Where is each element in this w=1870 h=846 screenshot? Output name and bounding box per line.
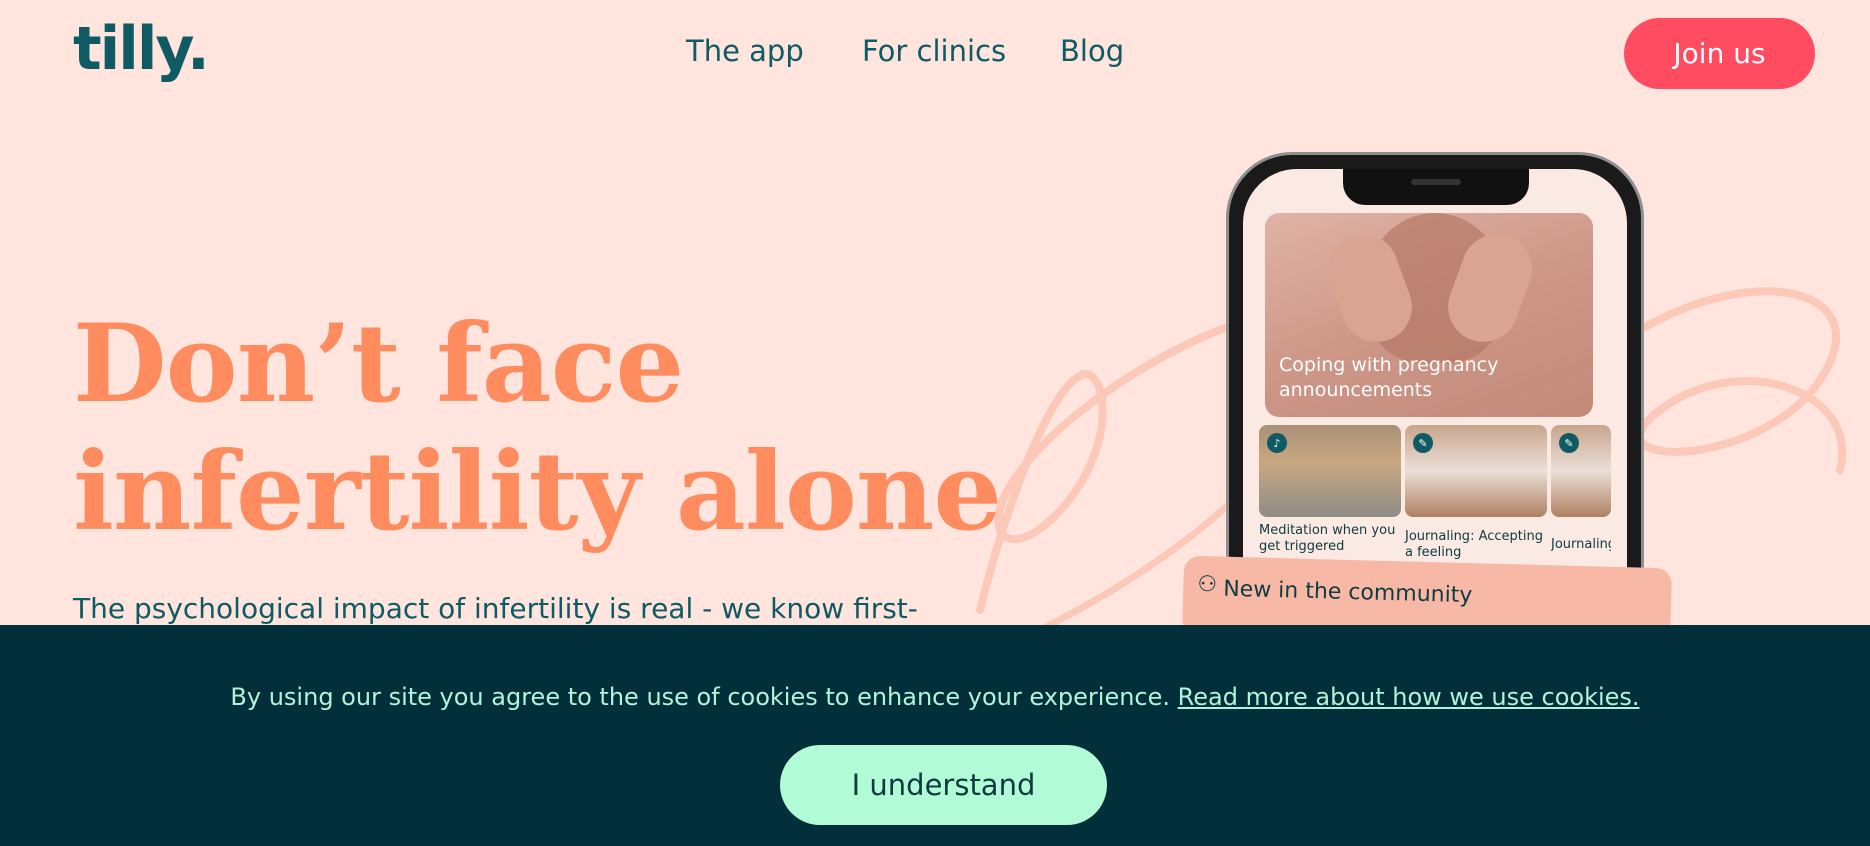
hero-title-line2: infertility alone	[73, 429, 1002, 555]
meditation-thumbnail: ♪	[1259, 425, 1401, 517]
content-carousel: ♪ ✎ ✎ Meditation when you get triggered …	[1259, 425, 1619, 575]
site-header: tilly. The app For clinics Blog Join us	[0, 0, 1870, 110]
main-nav: The app For clinics Blog	[686, 34, 1140, 68]
phone-screen: Coping with pregnancy announcements ♪ ✎ …	[1243, 169, 1627, 609]
hero-title: Don’t face infertility alone	[73, 300, 1002, 556]
cookie-message: By using our site you agree to the use o…	[0, 683, 1870, 711]
item-label: Journaling: worries w	[1551, 537, 1611, 552]
hero-title-line1: Don’t face	[73, 301, 684, 427]
journaling-thumbnail: ✎	[1551, 425, 1611, 517]
item-label: Meditation when you get triggered	[1259, 523, 1396, 554]
pencil-icon: ✎	[1559, 433, 1579, 453]
cookie-text: By using our site you agree to the use o…	[230, 683, 1178, 711]
hero-subtitle: The psychological impact of infertility …	[73, 592, 918, 625]
pencil-icon: ✎	[1413, 433, 1433, 453]
people-icon: ⚇	[1197, 571, 1218, 598]
cookie-banner: By using our site you agree to the use o…	[0, 625, 1870, 846]
join-us-button[interactable]: Join us	[1624, 18, 1815, 89]
nav-for-clinics[interactable]: For clinics	[862, 34, 1060, 68]
headphones-icon: ♪	[1267, 433, 1287, 453]
item-label: Journaling: Accepting a feeling	[1405, 529, 1543, 560]
phone-notch	[1343, 169, 1529, 205]
community-label: New in the community	[1222, 576, 1473, 609]
cookie-policy-link[interactable]: Read more about how we use cookies.	[1178, 683, 1640, 711]
featured-card: Coping with pregnancy announcements	[1265, 213, 1593, 417]
journaling-thumbnail: ✎	[1405, 425, 1547, 517]
nav-blog[interactable]: Blog	[1060, 34, 1140, 68]
phone-mockup: Coping with pregnancy announcements ♪ ✎ …	[1226, 152, 1644, 612]
accept-cookies-button[interactable]: I understand	[780, 745, 1107, 825]
tilly-logo[interactable]: tilly.	[73, 14, 210, 84]
nav-the-app[interactable]: The app	[686, 34, 862, 68]
featured-card-title: Coping with pregnancy announcements	[1279, 354, 1499, 401]
